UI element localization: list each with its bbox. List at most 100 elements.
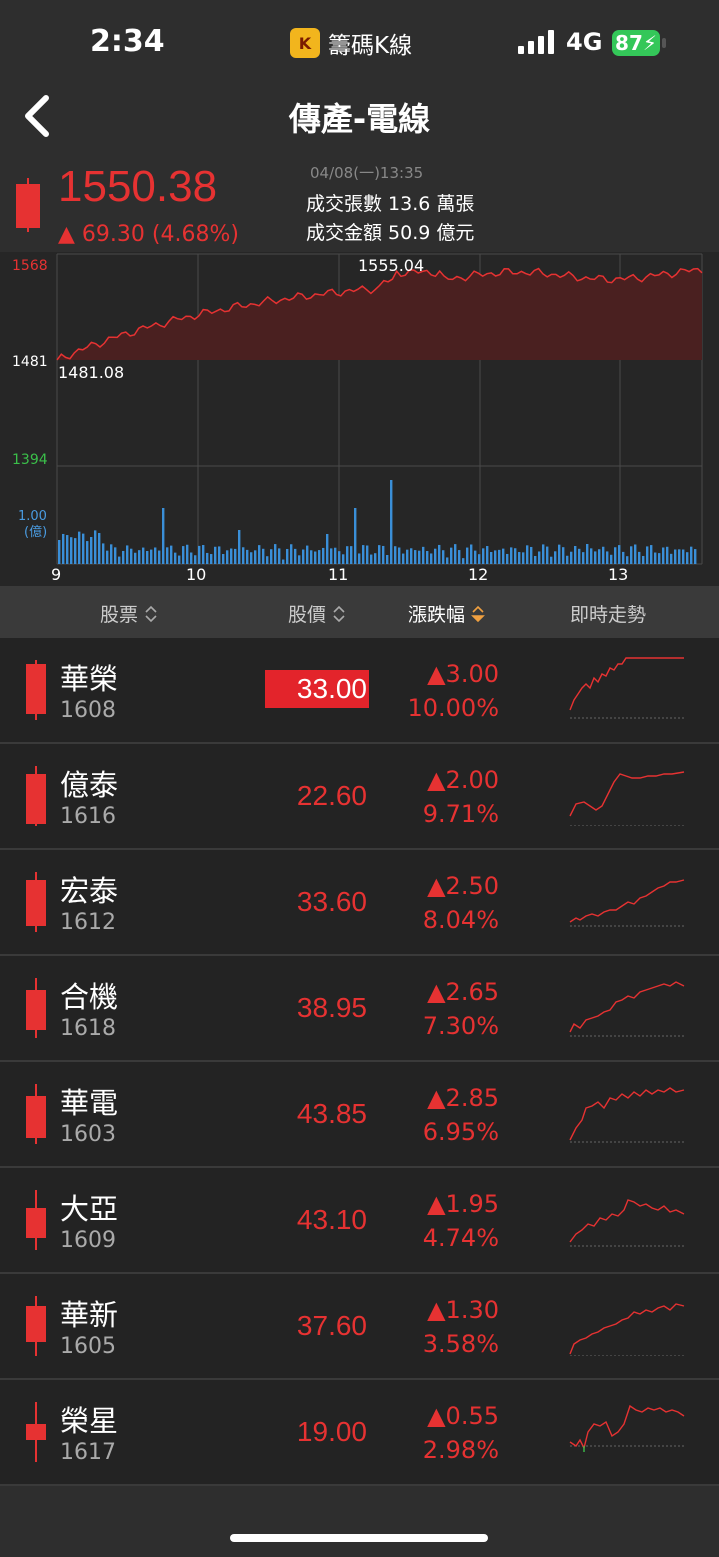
sort-change-header[interactable]: 漲跌幅 xyxy=(408,600,485,627)
stock-row[interactable]: 大亞 1609 43.10 ▲1.95 4.74% xyxy=(0,1168,719,1274)
volume-bar xyxy=(690,546,693,564)
volume-bars xyxy=(58,480,697,564)
trend-sparkline xyxy=(569,981,685,1037)
stock-code: 1617 xyxy=(60,1440,116,1465)
battery-icon: 87 ⚡ xyxy=(612,30,660,56)
sort-icon xyxy=(333,605,345,622)
stock-list: 華榮 1608 33.00 ▲3.00 10.00% 億泰 1616 22.60… xyxy=(0,638,719,1486)
stock-change-pct: 6.95% xyxy=(422,1118,499,1146)
volume-bar xyxy=(494,550,497,564)
volume-bar xyxy=(374,553,377,564)
volume-bar xyxy=(98,533,101,564)
volume-bar xyxy=(586,544,589,564)
stock-price: 22.60 xyxy=(296,780,367,811)
header-change-label: 漲跌幅 xyxy=(408,604,466,626)
sort-stock-header[interactable]: 股票 xyxy=(100,600,158,627)
bottom-bar xyxy=(0,1486,719,1557)
volume-bar xyxy=(670,553,673,564)
trade-amount: 成交金額 50.9 億元 xyxy=(306,222,475,244)
stock-row[interactable]: 華榮 1608 33.00 ▲3.00 10.00% xyxy=(0,638,719,744)
trend-sparkline xyxy=(569,771,685,826)
volume-bar xyxy=(150,549,153,564)
volume-bar xyxy=(326,534,329,564)
volume-bar xyxy=(82,533,85,564)
volume-bar xyxy=(566,555,569,564)
stock-price: 19.00 xyxy=(296,1416,367,1447)
volume-bar xyxy=(622,551,625,564)
stock-row[interactable]: 榮星 1617 19.00 ▲0.55 2.98% xyxy=(0,1380,719,1486)
volume-bar xyxy=(178,555,181,564)
open-label: 1481.08 xyxy=(58,363,124,382)
volume-bar xyxy=(214,546,217,564)
nav-bar: 傳產-電線 xyxy=(0,80,719,152)
header-price-label: 股價 xyxy=(288,604,327,626)
volume-bar xyxy=(290,544,293,564)
volume-bar xyxy=(502,548,505,564)
home-indicator[interactable] xyxy=(230,1534,488,1542)
volume-bar xyxy=(126,545,129,564)
volume-bar xyxy=(390,480,393,564)
volume-bar xyxy=(410,548,413,564)
app-logo-icon: K xyxy=(290,28,320,58)
volume-bar xyxy=(114,547,117,564)
index-summary: 1550.38 ▲ 69.30 (4.68%) 04/08(一)13:35 成交… xyxy=(0,152,719,252)
trend-sparkline xyxy=(569,657,684,719)
volume-bar xyxy=(398,547,401,564)
volume-axis-label: 1.00 xyxy=(18,509,47,524)
volume-bar xyxy=(450,547,453,564)
stock-name: 華電 xyxy=(60,1086,119,1120)
header-trend-label: 即時走勢 xyxy=(570,604,647,626)
volume-bar xyxy=(618,545,621,564)
stock-row[interactable]: 宏泰 1612 33.60 ▲2.50 8.04% xyxy=(0,850,719,956)
volume-bar xyxy=(682,549,685,564)
stock-row[interactable]: 合機 1618 38.95 ▲2.65 7.30% xyxy=(0,956,719,1062)
table-header: 股票 股價 漲跌幅 即時走勢 xyxy=(0,586,719,638)
stock-change-pct: 9.71% xyxy=(422,800,499,828)
volume-bar xyxy=(302,549,305,564)
volume-unit-label: (億) xyxy=(24,524,47,540)
volume-bar xyxy=(238,530,241,564)
stock-code: 1618 xyxy=(60,1016,116,1041)
volume-bar xyxy=(498,549,501,564)
volume-bar xyxy=(130,548,133,564)
volume-bar xyxy=(454,544,457,564)
volume-bar xyxy=(330,548,333,564)
price-area xyxy=(57,268,702,360)
y-low-label: 1394 xyxy=(12,452,48,468)
volume-bar xyxy=(102,543,105,564)
volume-bar xyxy=(614,547,617,564)
header-stock-label: 股票 xyxy=(100,604,139,626)
stock-name: 華榮 xyxy=(60,662,119,696)
volume-bar xyxy=(582,552,585,564)
volume-bar xyxy=(650,545,653,564)
stock-row[interactable]: 華電 1603 43.85 ▲2.85 6.95% xyxy=(0,1062,719,1168)
volume-bar xyxy=(562,547,565,564)
volume-bar xyxy=(278,548,281,564)
volume-bar xyxy=(86,541,89,564)
volume-bar xyxy=(522,552,525,564)
volume-bar xyxy=(466,547,469,564)
volume-bar xyxy=(286,548,289,564)
volume-bar xyxy=(382,545,385,564)
volume-bar xyxy=(662,547,665,564)
stock-change-pct: 10.00% xyxy=(407,694,499,722)
volume-bar xyxy=(518,552,521,564)
sort-price-header[interactable]: 股價 xyxy=(288,600,346,627)
app-indicator[interactable]: K 籌碼K線 xyxy=(290,26,412,60)
volume-bar xyxy=(94,530,97,564)
stock-price: 38.95 xyxy=(296,992,367,1023)
stock-row[interactable]: 億泰 1616 22.60 ▲2.00 9.71% xyxy=(0,744,719,850)
intraday-chart[interactable]: 1568 1481 1394 1555.04 1481.08 1.00 (億) … xyxy=(0,252,719,586)
volume-bar xyxy=(694,549,697,564)
index-price: 1550.38 xyxy=(58,162,218,211)
volume-bar xyxy=(226,550,229,564)
trend-sparkline xyxy=(569,1404,685,1452)
candle-icon xyxy=(26,1190,46,1250)
stock-change-pct: 3.58% xyxy=(422,1330,499,1358)
volume-bar xyxy=(542,544,545,564)
sort-icon xyxy=(145,605,157,622)
stock-row[interactable]: 華新 1605 37.60 ▲1.30 3.58% xyxy=(0,1274,719,1380)
volume-bar xyxy=(106,550,109,564)
volume-bar xyxy=(110,544,113,564)
stock-price: 37.60 xyxy=(296,1310,367,1341)
